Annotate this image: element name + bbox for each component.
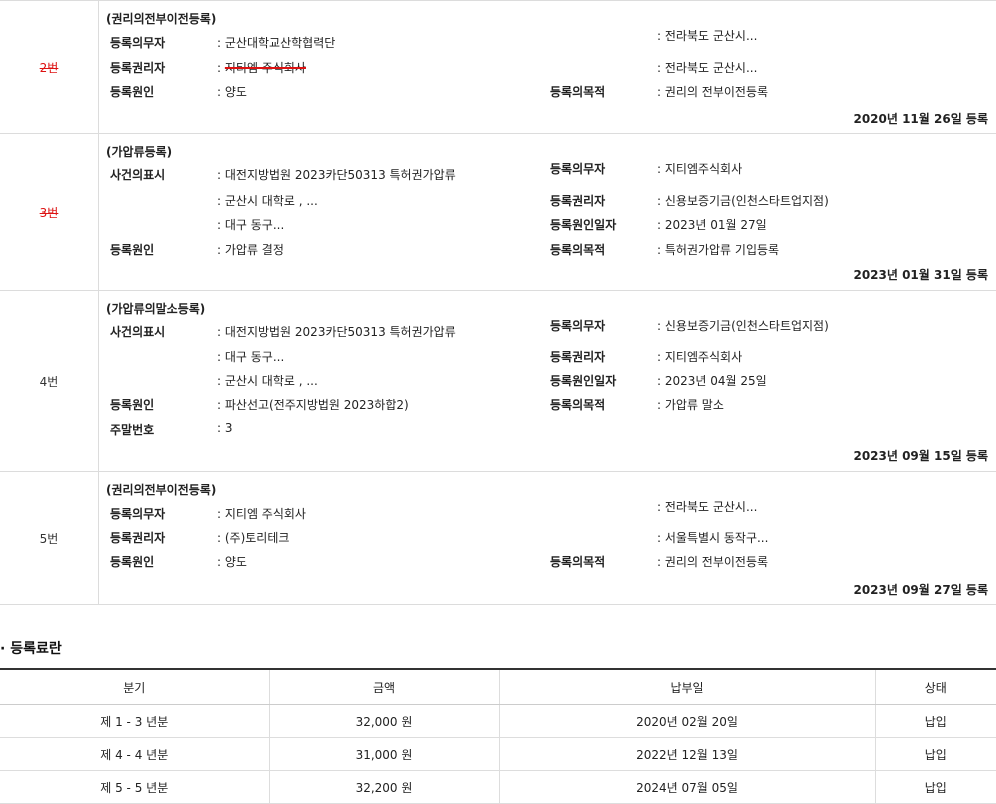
registration-entry: 5번 (권리의전부이전등록) 등록의무자 : 지티엠 주식회사 : 전라북도 군… <box>0 472 996 605</box>
entry-number: 4번 <box>0 291 99 471</box>
status-cell: 납입 <box>875 704 996 738</box>
amount-cell: 31,000 원 <box>269 737 500 771</box>
purpose-label: 등록의목적 <box>550 398 606 412</box>
holder-label: 등록권리자 <box>110 531 166 545</box>
amount-cell: 32,000 원 <box>269 704 500 738</box>
cause-date-value: : 2023년 04월 25일 <box>657 374 767 388</box>
table-header-row: 분기 금액 납부일 상태 <box>0 668 996 705</box>
entry-kind: (권리의전부이전등록) <box>106 483 217 497</box>
table-row: 제 4 - 4 년분 31,000 원 2022년 12월 13일 납입 <box>0 737 996 771</box>
period-cell: 제 1 - 3 년분 <box>0 704 270 738</box>
purpose-value: : 특허권가압류 기입등록 <box>657 243 780 257</box>
obligor-label: 등록의무자 <box>550 162 606 176</box>
registration-date: 2023년 01월 31일 등록 <box>853 268 988 282</box>
holder-address: : 전라북도 군산시... <box>657 61 758 75</box>
registration-fee-table: 분기 금액 납부일 상태 제 1 - 3 년분 32,000 원 2020년 0… <box>0 668 996 804</box>
obligor-value: : 군산대학교산학협력단 <box>217 36 336 50</box>
address-line: : 군산시 대학로 , ... <box>217 374 318 388</box>
period-cell: 제 4 - 4 년분 <box>0 737 270 771</box>
paid-date-cell: 2022년 12월 13일 <box>499 737 876 771</box>
cause-value: : 파산선고(전주지방법원 2023하합2) <box>217 398 409 412</box>
column-header-paid-date: 납부일 <box>499 668 876 705</box>
registration-entry: 3번 (가압류등록) 사건의표시 : 대전지방법원 2023카단50313 특허… <box>0 134 996 291</box>
obligor-value: : 신용보증기금(인천스타트업지점) <box>657 319 829 333</box>
holder-address: : 서울특별시 동작구... <box>657 531 769 545</box>
cause-label: 등록원인 <box>110 243 155 257</box>
holder-value: : 지티엠 주식회사 <box>217 61 306 75</box>
holder-label: 등록권리자 <box>550 350 606 364</box>
cause-label: 등록원인 <box>110 85 155 99</box>
case-value: : 대전지방법원 2023카단50313 특허권가압류 <box>217 325 456 339</box>
column-header-period: 분기 <box>0 668 270 705</box>
address-line: : 대구 동구... <box>217 218 285 232</box>
case-label: 사건의표시 <box>110 168 166 182</box>
cause-date-label: 등록원인일자 <box>550 374 617 388</box>
cause-date-value: : 2023년 01월 27일 <box>657 218 767 232</box>
registration-entry: 2번 (권리의전부이전등록) 등록의무자 : 군산대학교산학협력단 : 전라북도… <box>0 0 996 134</box>
fee-section-title: · 등록료란 <box>0 641 62 657</box>
obligor-address: : 전라북도 군산시... <box>657 29 758 43</box>
obligor-label: 등록의무자 <box>110 36 166 50</box>
paid-date-cell: 2020년 02월 20일 <box>499 704 876 738</box>
entry-kind: (가압류의말소등록) <box>106 302 206 316</box>
obligor-label: 등록의무자 <box>110 507 166 521</box>
address-line: : 군산시 대학로 , ... <box>217 194 318 208</box>
purpose-value: : 가압류 말소 <box>657 398 724 412</box>
column-header-status: 상태 <box>875 668 996 705</box>
cause-date-label: 등록원인일자 <box>550 218 617 232</box>
registration-entry: 4번 (가압류의말소등록) 사건의표시 : 대전지방법원 2023카단50313… <box>0 291 996 472</box>
holder-value: : 지티엠주식회사 <box>657 350 743 364</box>
holder-value: : (주)토리테크 <box>217 531 290 545</box>
obligor-value: : 지티엠 주식회사 <box>217 507 306 521</box>
registration-date: 2023년 09월 15일 등록 <box>853 449 988 463</box>
cause-label: 등록원인 <box>110 555 155 569</box>
entry-kind: (가압류등록) <box>106 145 173 159</box>
cause-value: : 양도 <box>217 85 247 99</box>
purpose-value: : 권리의 전부이전등록 <box>657 85 769 99</box>
registration-date: 2020년 11월 26일 등록 <box>853 112 988 126</box>
column-header-amount: 금액 <box>269 668 500 705</box>
cause-value: : 양도 <box>217 555 247 569</box>
purpose-label: 등록의목적 <box>550 243 606 257</box>
holder-value: : 신용보증기금(인천스타트업지점) <box>657 194 829 208</box>
cause-value: : 가압류 결정 <box>217 243 284 257</box>
obligor-address: : 전라북도 군산시... <box>657 500 758 514</box>
holder-label: 등록권리자 <box>110 61 166 75</box>
holder-label: 등록권리자 <box>550 194 606 208</box>
entry-number: 3번 <box>0 134 99 290</box>
obligor-label: 등록의무자 <box>550 319 606 333</box>
purpose-label: 등록의목적 <box>550 85 606 99</box>
case-value: : 대전지방법원 2023카단50313 특허권가압류 <box>217 168 456 182</box>
table-row: 제 1 - 3 년분 32,000 원 2020년 02월 20일 납입 <box>0 704 996 738</box>
entry-number: 5번 <box>0 472 99 604</box>
registration-history-table: 2번 (권리의전부이전등록) 등록의무자 : 군산대학교산학협력단 : 전라북도… <box>0 0 996 605</box>
case-label: 사건의표시 <box>110 325 166 339</box>
status-cell: 납입 <box>875 737 996 771</box>
entry-kind: (권리의전부이전등록) <box>106 12 217 26</box>
purpose-label: 등록의목적 <box>550 555 606 569</box>
purpose-value: : 권리의 전부이전등록 <box>657 555 769 569</box>
closing-number-value: : 3 <box>217 421 233 435</box>
registration-date: 2023년 09월 27일 등록 <box>853 583 988 597</box>
closing-number-label: 주말번호 <box>110 423 155 437</box>
address-line: : 대구 동구... <box>217 350 285 364</box>
cause-label: 등록원인 <box>110 398 155 412</box>
entry-number: 2번 <box>0 1 99 133</box>
obligor-value: : 지티엠주식회사 <box>657 162 743 176</box>
